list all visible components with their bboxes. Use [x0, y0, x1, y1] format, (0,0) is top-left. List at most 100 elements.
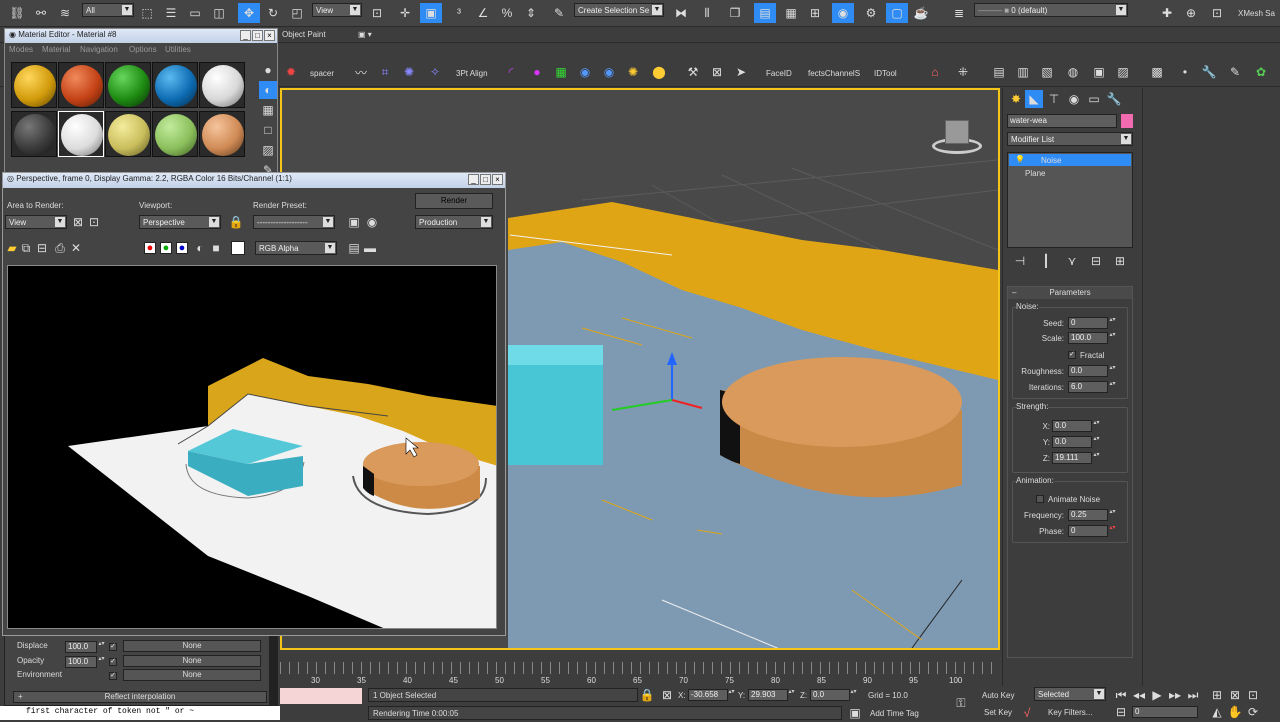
spinner-snap-icon[interactable]: ⇕ [522, 4, 540, 22]
strength-y-field[interactable]: 0.0 [1052, 436, 1092, 448]
max-toggle-icon[interactable]: ⊡ [1244, 686, 1262, 704]
backlight-icon[interactable]: ◐ [259, 81, 277, 99]
opacity-map-button[interactable]: None [123, 655, 261, 667]
toggle-overlay-icon[interactable]: ▬ [361, 239, 379, 257]
select-by-name-icon[interactable]: ☰ [162, 4, 180, 22]
play-icon[interactable]: ▶ [1148, 686, 1166, 704]
stack-item-noise[interactable]: 💡 Noise [1009, 154, 1131, 166]
edit-named-sets-icon[interactable]: ✎ [550, 4, 568, 22]
auto-region-icon[interactable]: ⊡ [85, 213, 103, 231]
curve-icon[interactable]: √ [1018, 704, 1036, 722]
material-slot-4[interactable] [152, 62, 198, 108]
parameters-rollout-header[interactable]: – Parameters [1008, 287, 1132, 299]
selection-lock-icon[interactable]: 🔒 [638, 686, 656, 704]
layer-manager-icon[interactable]: ❐ [726, 4, 744, 22]
strength-x-spinner-icon[interactable]: ▴▾ [1093, 420, 1100, 432]
cluster-tool-icon[interactable]: ✺ [400, 63, 418, 81]
current-frame-field[interactable]: 0 [1132, 706, 1198, 718]
utilities-tab-icon[interactable]: 🔧 [1105, 90, 1123, 108]
spacer-tool[interactable]: spacer [310, 69, 334, 78]
seed-field[interactable]: 0 [1068, 317, 1108, 329]
viewport-dropdown[interactable]: Perspective ▼ [139, 215, 221, 229]
clear-icon[interactable]: ✕ [67, 239, 85, 257]
idtool-tool[interactable]: IDTool [874, 69, 897, 78]
scale-icon[interactable]: ◰ [288, 4, 306, 22]
coord-y-field[interactable]: 29.903 [748, 689, 788, 701]
spinner-icon[interactable]: ▴▾ [98, 641, 105, 653]
coord-x-field[interactable]: -30.658 [688, 689, 728, 701]
blue-circle-icon[interactable]: ◉ [576, 63, 594, 81]
key-icon[interactable]: ⚿ [952, 694, 970, 712]
maximize-icon[interactable]: □ [480, 174, 491, 185]
wrench-icon[interactable]: 🔧 [1200, 63, 1218, 81]
render-preset-dropdown[interactable]: ------------------- ▼ [253, 215, 335, 229]
script-5-icon[interactable]: ▣ [1090, 63, 1108, 81]
curve-editor-icon[interactable]: ▦ [782, 4, 800, 22]
close-icon[interactable]: × [492, 174, 503, 185]
auto-key-button[interactable]: Auto Key [982, 691, 1014, 700]
align-icon[interactable]: ⫴ [698, 4, 716, 22]
key-mode-icon[interactable]: ⊟ [1112, 703, 1130, 721]
spinner-icon[interactable]: ▴▾ [788, 689, 795, 701]
modifier-list-dropdown[interactable]: Modifier List ▼ [1007, 132, 1133, 146]
scene-explorer-icon[interactable]: ▤ [754, 3, 776, 23]
sun-icon[interactable]: ✺ [624, 63, 642, 81]
color-swatch[interactable] [231, 241, 245, 255]
uv-tiling-icon[interactable]: □ [259, 121, 277, 139]
strength-y-spinner-icon[interactable]: ▴▾ [1093, 436, 1100, 448]
environment-map-button[interactable]: None [123, 669, 261, 681]
scale-spinner-icon[interactable]: ▴▾ [1109, 332, 1116, 344]
clone-window-icon[interactable]: ⊟ [33, 239, 51, 257]
sample-type-icon[interactable]: ● [259, 61, 277, 79]
create-layer-icon[interactable]: ✚ [1158, 4, 1176, 22]
pivot-icon[interactable]: ⊡ [368, 4, 386, 22]
render-window-titlebar[interactable]: ◎ Perspective, frame 0, Display Gamma: 2… [3, 173, 505, 188]
go-to-start-icon[interactable]: ⏮ [1112, 686, 1130, 704]
close-icon[interactable]: × [264, 30, 275, 41]
select-object-icon[interactable]: ⬚ [138, 4, 156, 22]
displace-map-button[interactable]: None [123, 640, 261, 652]
display-channel-dropdown[interactable]: RGB Alpha ▼ [255, 241, 337, 255]
paint-icon[interactable]: ✹ [282, 63, 300, 81]
strength-x-field[interactable]: 0.0 [1052, 420, 1092, 432]
configure-sets-icon[interactable]: ⊞ [1111, 252, 1129, 270]
selection-filter-dropdown[interactable]: All ▼ [82, 3, 134, 17]
tab-object-paint[interactable]: Object Paint [282, 30, 326, 39]
curve-tool-icon[interactable]: 〰 [352, 63, 370, 81]
frequency-field[interactable]: 0.25 [1068, 509, 1108, 521]
phase-spinner-icon[interactable]: ▴▾ [1109, 525, 1116, 537]
animate-noise-checkbox[interactable] [1036, 495, 1044, 503]
schematic-view-icon[interactable]: ⊞ [806, 4, 824, 22]
stamp-icon[interactable]: ⚒ [684, 63, 702, 81]
bind-space-warp-icon[interactable]: ≋ [56, 4, 74, 22]
previous-frame-icon[interactable]: ◂◂ [1130, 686, 1148, 704]
phase-field[interactable]: 0 [1068, 525, 1108, 537]
dot-icon[interactable]: • [1176, 63, 1194, 81]
paint-brush-icon[interactable]: ✎ [1226, 63, 1244, 81]
material-slot-10[interactable] [199, 111, 245, 157]
menu-options[interactable]: Options [129, 45, 157, 54]
spinner-icon[interactable]: ▴▾ [728, 689, 735, 701]
material-slot-1[interactable] [11, 62, 57, 108]
mono-icon[interactable]: ■ [207, 239, 225, 257]
motion-tab-icon[interactable]: ◉ [1065, 90, 1083, 108]
green-grid-icon[interactable]: ▦ [552, 63, 570, 81]
field-of-view-icon[interactable]: ◭ [1208, 703, 1226, 721]
blue-channel-icon[interactable]: ● [173, 239, 191, 257]
object-color-swatch[interactable] [1121, 114, 1133, 128]
dots-icon[interactable]: ⁜ [954, 63, 972, 81]
current-layer-dropdown[interactable]: ——— ■ 0 (default) ▼ [974, 3, 1128, 17]
snap-3d-icon[interactable]: ³ [450, 4, 468, 22]
material-slot-7[interactable] [58, 111, 104, 157]
menu-modes[interactable]: Modes [9, 45, 33, 54]
keyboard-shortcut-icon[interactable]: ▣ [420, 3, 442, 23]
add-to-layer-icon[interactable]: ⊕ [1182, 4, 1200, 22]
displace-amount-field[interactable]: 100.0 [65, 641, 97, 653]
material-scrollbar[interactable] [269, 635, 277, 705]
blue-circle-2-icon[interactable]: ◉ [600, 63, 618, 81]
script-4-icon[interactable]: ◍ [1064, 63, 1082, 81]
script-3-icon[interactable]: ▧ [1038, 63, 1056, 81]
material-slot-6[interactable] [11, 111, 57, 157]
percent-snap-icon[interactable]: % [498, 4, 516, 22]
iterations-field[interactable]: 6.0 [1068, 381, 1108, 393]
